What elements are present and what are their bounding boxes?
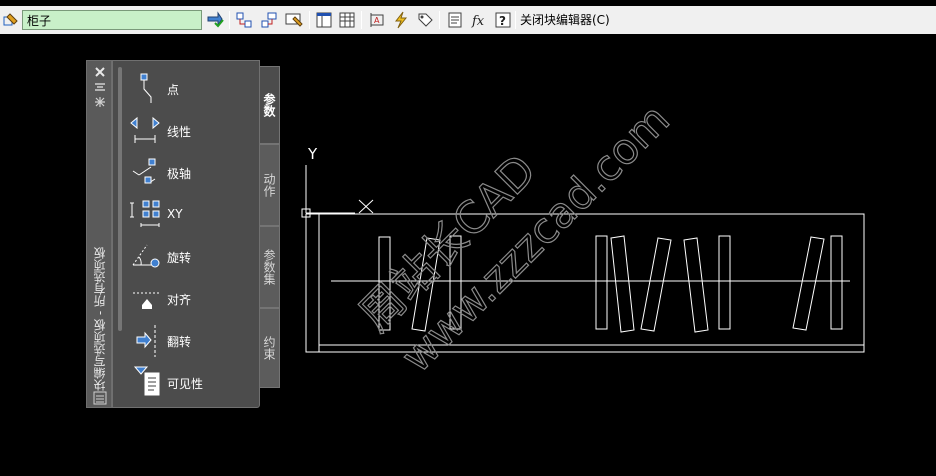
linear-parameter-icon bbox=[130, 116, 160, 143]
block-table-icon[interactable] bbox=[336, 9, 358, 31]
tool-label-alignment: 对齐 bbox=[167, 293, 192, 307]
properties-icon[interactable] bbox=[94, 96, 106, 108]
xy-parameter-icon bbox=[130, 200, 160, 227]
svg-text:?: ? bbox=[499, 14, 506, 28]
attribute-definition-icon[interactable] bbox=[283, 9, 305, 31]
visibility-icon[interactable] bbox=[414, 9, 436, 31]
authoring-palettes-icon[interactable] bbox=[313, 9, 335, 31]
save-block-icon[interactable] bbox=[204, 9, 226, 31]
tool-label-flip: 翻转 bbox=[167, 335, 192, 349]
tool-label-xy: XY bbox=[167, 207, 183, 221]
tab-parameter-sets[interactable]: 参数集 bbox=[260, 226, 280, 308]
tool-alignment[interactable]: 对齐 bbox=[127, 281, 257, 317]
block-name-field[interactable] bbox=[22, 10, 202, 30]
block-authoring-palette: 块编写选项板 - 所有选项板 点 线性 极轴 XY 旋转 对齐 翻转 可见性 参… bbox=[86, 60, 280, 408]
polar-parameter-icon bbox=[132, 158, 156, 184]
tool-polar[interactable]: 极轴 bbox=[127, 155, 257, 191]
flip-parameter-icon bbox=[136, 325, 156, 357]
cabinet-block[interactable] bbox=[305, 213, 865, 353]
define-attribute-icon[interactable] bbox=[258, 9, 280, 31]
tool-point[interactable]: 点 bbox=[127, 71, 257, 107]
tool-rotation[interactable]: 旋转 bbox=[127, 239, 257, 275]
tool-linear[interactable]: 线性 bbox=[127, 113, 257, 149]
close-icon[interactable] bbox=[94, 66, 106, 78]
close-block-editor-button[interactable]: 关闭块编辑器(C) bbox=[520, 11, 610, 29]
ucs-icon bbox=[301, 165, 374, 218]
tool-label-linear: 线性 bbox=[167, 125, 192, 139]
tool-visibility[interactable]: 可见性 bbox=[127, 365, 257, 401]
tool-label-visibility: 可见性 bbox=[167, 377, 204, 391]
point-parameter-icon bbox=[140, 73, 152, 103]
attribute-icon[interactable] bbox=[444, 9, 466, 31]
edit-block-icon[interactable] bbox=[0, 9, 22, 31]
visibility-parameter-icon bbox=[133, 366, 160, 396]
palette-scrollbar[interactable] bbox=[118, 67, 122, 331]
tool-label-point: 点 bbox=[167, 83, 180, 97]
palette-title: 块编写选项板 - 所有选项板 bbox=[93, 247, 107, 391]
rotation-parameter-icon bbox=[132, 244, 160, 268]
tool-xy[interactable]: XY bbox=[127, 197, 257, 233]
tab-parameters[interactable]: 参数 bbox=[260, 66, 280, 144]
svg-text:A: A bbox=[374, 16, 380, 25]
block-editor-toolbar: A fx ? 关闭块编辑器(C) bbox=[0, 0, 936, 36]
tab-constraints[interactable]: 约束 bbox=[260, 308, 280, 388]
parameter-manager-icon[interactable]: A bbox=[366, 9, 388, 31]
palette-body: 点 线性 极轴 XY 旋转 对齐 翻转 可见性 bbox=[112, 60, 260, 408]
fx-icon[interactable]: fx bbox=[468, 9, 490, 31]
ucs-y-label: Y bbox=[307, 145, 318, 163]
help-icon[interactable]: ? bbox=[492, 9, 514, 31]
tool-label-polar: 极轴 bbox=[167, 167, 192, 181]
tool-label-rotation: 旋转 bbox=[167, 251, 192, 265]
test-block-icon[interactable] bbox=[233, 9, 255, 31]
auto-hide-icon[interactable] bbox=[94, 82, 106, 92]
svg-text:fx: fx bbox=[471, 14, 485, 29]
palette-menu-icon[interactable] bbox=[93, 391, 107, 405]
action-bar-icon[interactable] bbox=[390, 9, 412, 31]
alignment-parameter-icon bbox=[133, 292, 161, 309]
tool-flip[interactable]: 翻转 bbox=[127, 323, 257, 359]
palette-titlebar[interactable]: 块编写选项板 - 所有选项板 bbox=[86, 60, 112, 408]
tab-actions[interactable]: 动作 bbox=[260, 144, 280, 226]
